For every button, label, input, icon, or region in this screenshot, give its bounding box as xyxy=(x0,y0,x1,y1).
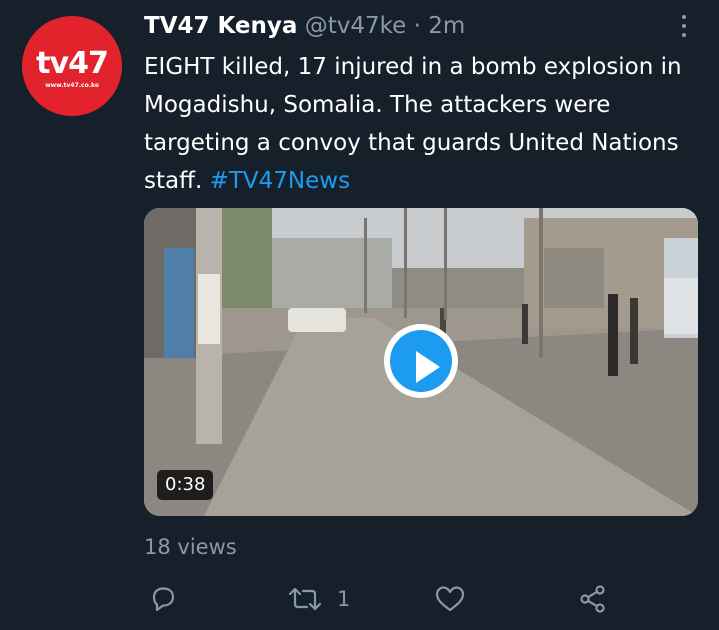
retweet-count: 1 xyxy=(337,587,351,611)
display-name[interactable]: TV47 Kenya xyxy=(144,13,297,39)
heart-icon xyxy=(435,586,465,612)
play-button[interactable] xyxy=(384,324,458,398)
retweet-icon xyxy=(288,587,322,611)
video-duration: 0:38 xyxy=(157,470,214,500)
user-handle[interactable]: @tv47ke xyxy=(305,13,407,39)
tweet-time[interactable]: 2m xyxy=(428,13,465,39)
avatar-logo-text: tv47 xyxy=(36,46,109,81)
avatar-site-text: www.tv47.co.ke xyxy=(45,82,99,89)
play-icon xyxy=(390,330,452,392)
tweet-text: EIGHT killed, 17 injured in a bomb explo… xyxy=(144,48,704,200)
more-options-icon[interactable] xyxy=(674,12,694,40)
like-button[interactable] xyxy=(434,584,466,614)
header-separator: · xyxy=(413,13,421,39)
tweet-header: TV47 Kenya @tv47ke · 2m xyxy=(144,10,465,42)
reply-icon xyxy=(152,587,175,612)
view-count: 18 views xyxy=(144,535,237,559)
avatar[interactable]: tv47 www.tv47.co.ke xyxy=(22,16,122,116)
retweet-button[interactable]: 1 xyxy=(287,584,350,614)
share-icon xyxy=(580,585,605,613)
video-player[interactable]: 0:38 xyxy=(144,208,698,516)
reply-button[interactable] xyxy=(148,584,178,614)
share-button[interactable] xyxy=(578,584,608,614)
hashtag-link[interactable]: #TV47News xyxy=(210,168,350,194)
